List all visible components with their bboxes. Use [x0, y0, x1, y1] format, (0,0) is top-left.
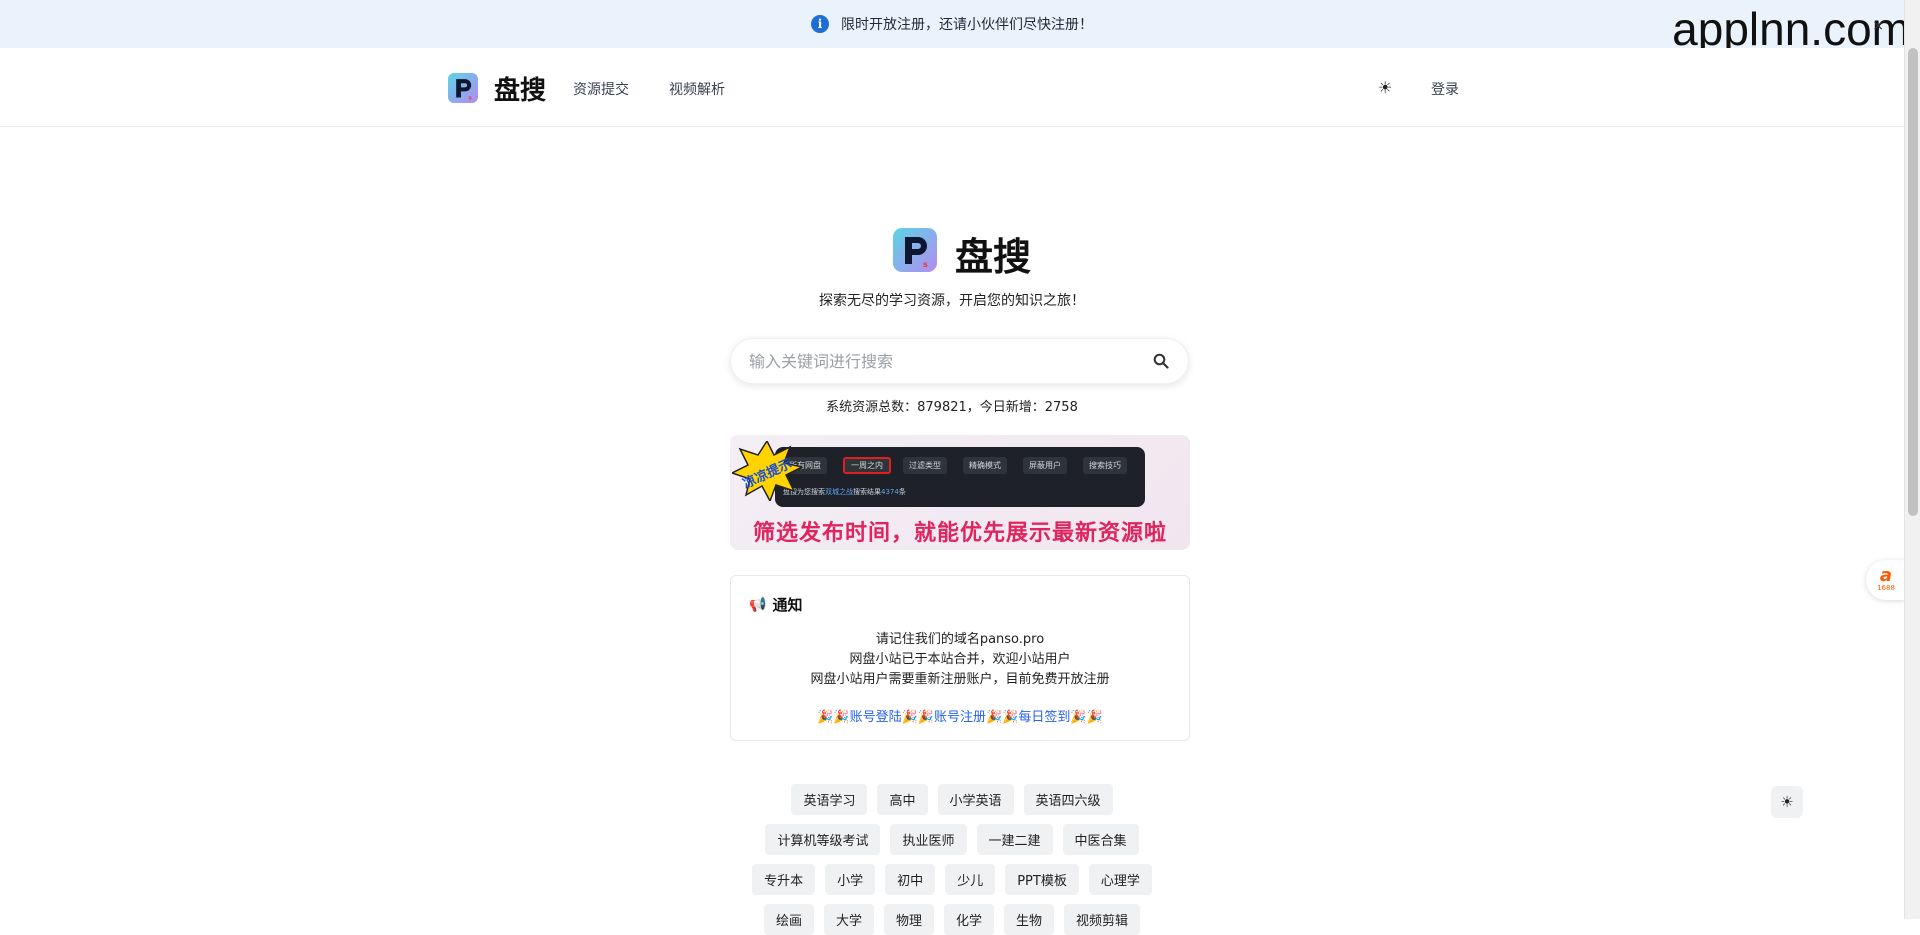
notice-card: 📢 通知 请记住我们的域名panso.pro 网盘小站已于本站合并，欢迎小站用户… — [730, 575, 1190, 741]
tag-item[interactable]: 计算机等级考试 — [765, 824, 881, 855]
search-input[interactable] — [749, 351, 1150, 371]
nav-submit-resource[interactable]: 资源提交 — [573, 79, 629, 99]
banner-chip: 精确模式 — [963, 457, 1007, 474]
info-icon: i — [811, 15, 829, 33]
tag-item[interactable]: 一建二建 — [976, 824, 1053, 855]
brand-name[interactable]: 盘搜 — [494, 70, 546, 107]
tag-item[interactable]: 生物 — [1004, 904, 1055, 935]
party-icon: 🎉🎉 — [986, 710, 1019, 725]
banner-chip: 屏蔽用户 — [1023, 457, 1067, 474]
banner-screenshot: 所有网盘 一周之内 过滤类型 精确模式 屏蔽用户 搜索技巧 盘搜为您搜索双城之战… — [775, 447, 1145, 507]
notice-line: 网盘小站用户需要重新注册账户，目前免费开放注册 — [810, 672, 1110, 687]
tag-row: 绘画 大学 物理 化学 生物 视频剪辑 — [0, 904, 1904, 935]
search-bar — [730, 338, 1189, 384]
notice-title: 📢 通知 — [749, 596, 803, 614]
banner-chip: 搜索技巧 — [1083, 457, 1127, 474]
banner-chip-highlighted: 一周之内 — [843, 457, 891, 474]
tag-row: 专升本 小学 初中 少儿 PPT模板 心理学 — [0, 864, 1904, 895]
badge-label: 1688 — [1877, 584, 1895, 592]
tag-item[interactable]: 大学 — [823, 904, 874, 935]
daily-checkin-link[interactable]: 每日签到 — [1018, 710, 1070, 725]
sun-icon[interactable]: ☀ — [1378, 78, 1392, 97]
login-link[interactable]: 登录 — [1431, 79, 1459, 99]
tag-item[interactable]: 英语学习 — [791, 784, 868, 815]
tag-item[interactable]: 化学 — [944, 904, 995, 935]
notice-line: 网盘小站已于本站合并，欢迎小站用户 — [849, 652, 1071, 667]
tag-item[interactable]: 小学 — [825, 864, 876, 895]
account-register-link[interactable]: 账号注册 — [934, 710, 986, 725]
tag-item[interactable]: 少儿 — [945, 864, 996, 895]
resource-stats: 系统资源总数：879821，今日新增：2758 — [826, 400, 1078, 415]
top-navbar: s 盘搜 资源提交 视频解析 ☀ 登录 — [0, 48, 1904, 127]
scrollbar-thumb[interactable] — [1908, 48, 1918, 516]
megaphone-icon: 📢 — [749, 596, 767, 613]
logo-icon[interactable]: s — [448, 73, 478, 103]
tag-row: 计算机等级考试 执业医师 一建二建 中医合集 — [0, 824, 1904, 855]
theme-toggle-button[interactable]: ☀ — [1771, 786, 1803, 818]
tag-item[interactable]: 视频剪辑 — [1064, 904, 1141, 935]
party-icon: 🎉🎉 — [817, 710, 850, 725]
alibaba-logo-icon: a — [1879, 565, 1893, 586]
party-icon: 🎉🎉 — [1070, 710, 1103, 725]
account-login-link[interactable]: 账号登陆 — [850, 710, 902, 725]
notice-line: 请记住我们的域名panso.pro — [875, 632, 1045, 647]
tag-item[interactable]: 心理学 — [1088, 864, 1152, 895]
party-icon: 🎉🎉 — [901, 710, 934, 725]
tag-item[interactable]: 英语四六级 — [1023, 784, 1113, 815]
banner-chip: 过滤类型 — [903, 457, 947, 474]
tag-item[interactable]: 小学英语 — [937, 784, 1014, 815]
side-1688-badge[interactable]: a 1688 — [1866, 560, 1906, 600]
sun-icon: ☀ — [1780, 793, 1794, 811]
starburst-icon: 凉凉提示 — [732, 441, 802, 501]
tag-item[interactable]: 初中 — [885, 864, 936, 895]
tag-row: 英语学习 高中 小学英语 英语四六级 — [0, 784, 1904, 815]
hero-logo-icon: s — [893, 228, 937, 272]
tag-item[interactable]: 高中 — [877, 784, 928, 815]
hero-title: 盘搜 — [955, 235, 1032, 279]
banner-slogan: 筛选发布时间，就能优先展示最新资源啦 — [752, 521, 1167, 546]
tag-item[interactable]: 物理 — [883, 904, 934, 935]
nav-video-parse[interactable]: 视频解析 — [669, 79, 725, 99]
svg-text:s: s — [468, 96, 471, 102]
tag-item[interactable]: 专升本 — [752, 864, 816, 895]
tagline: 探索无尽的学习资源，开启您的知识之旅！ — [819, 293, 1085, 309]
search-icon[interactable] — [1150, 350, 1172, 372]
tag-item[interactable]: 执业医师 — [890, 824, 967, 855]
promo-banner[interactable]: 所有网盘 一周之内 过滤类型 精确模式 屏蔽用户 搜索技巧 盘搜为您搜索双城之战… — [730, 435, 1190, 550]
notice-links: 🎉🎉账号登陆🎉🎉账号注册🎉🎉每日签到🎉🎉 — [731, 706, 1189, 725]
close-icon[interactable]: × — [1872, 18, 1884, 34]
tag-item[interactable]: PPT模板 — [1005, 864, 1079, 895]
announcement-bar: i 限时开放注册，还请小伙伴们尽快注册！ — [0, 0, 1904, 48]
tag-item[interactable]: 绘画 — [763, 904, 814, 935]
tag-item[interactable]: 中医合集 — [1062, 824, 1139, 855]
svg-text:s: s — [923, 260, 928, 269]
announcement-text: 限时开放注册，还请小伙伴们尽快注册！ — [841, 17, 1093, 33]
page-scrollbar[interactable] — [1904, 0, 1920, 919]
